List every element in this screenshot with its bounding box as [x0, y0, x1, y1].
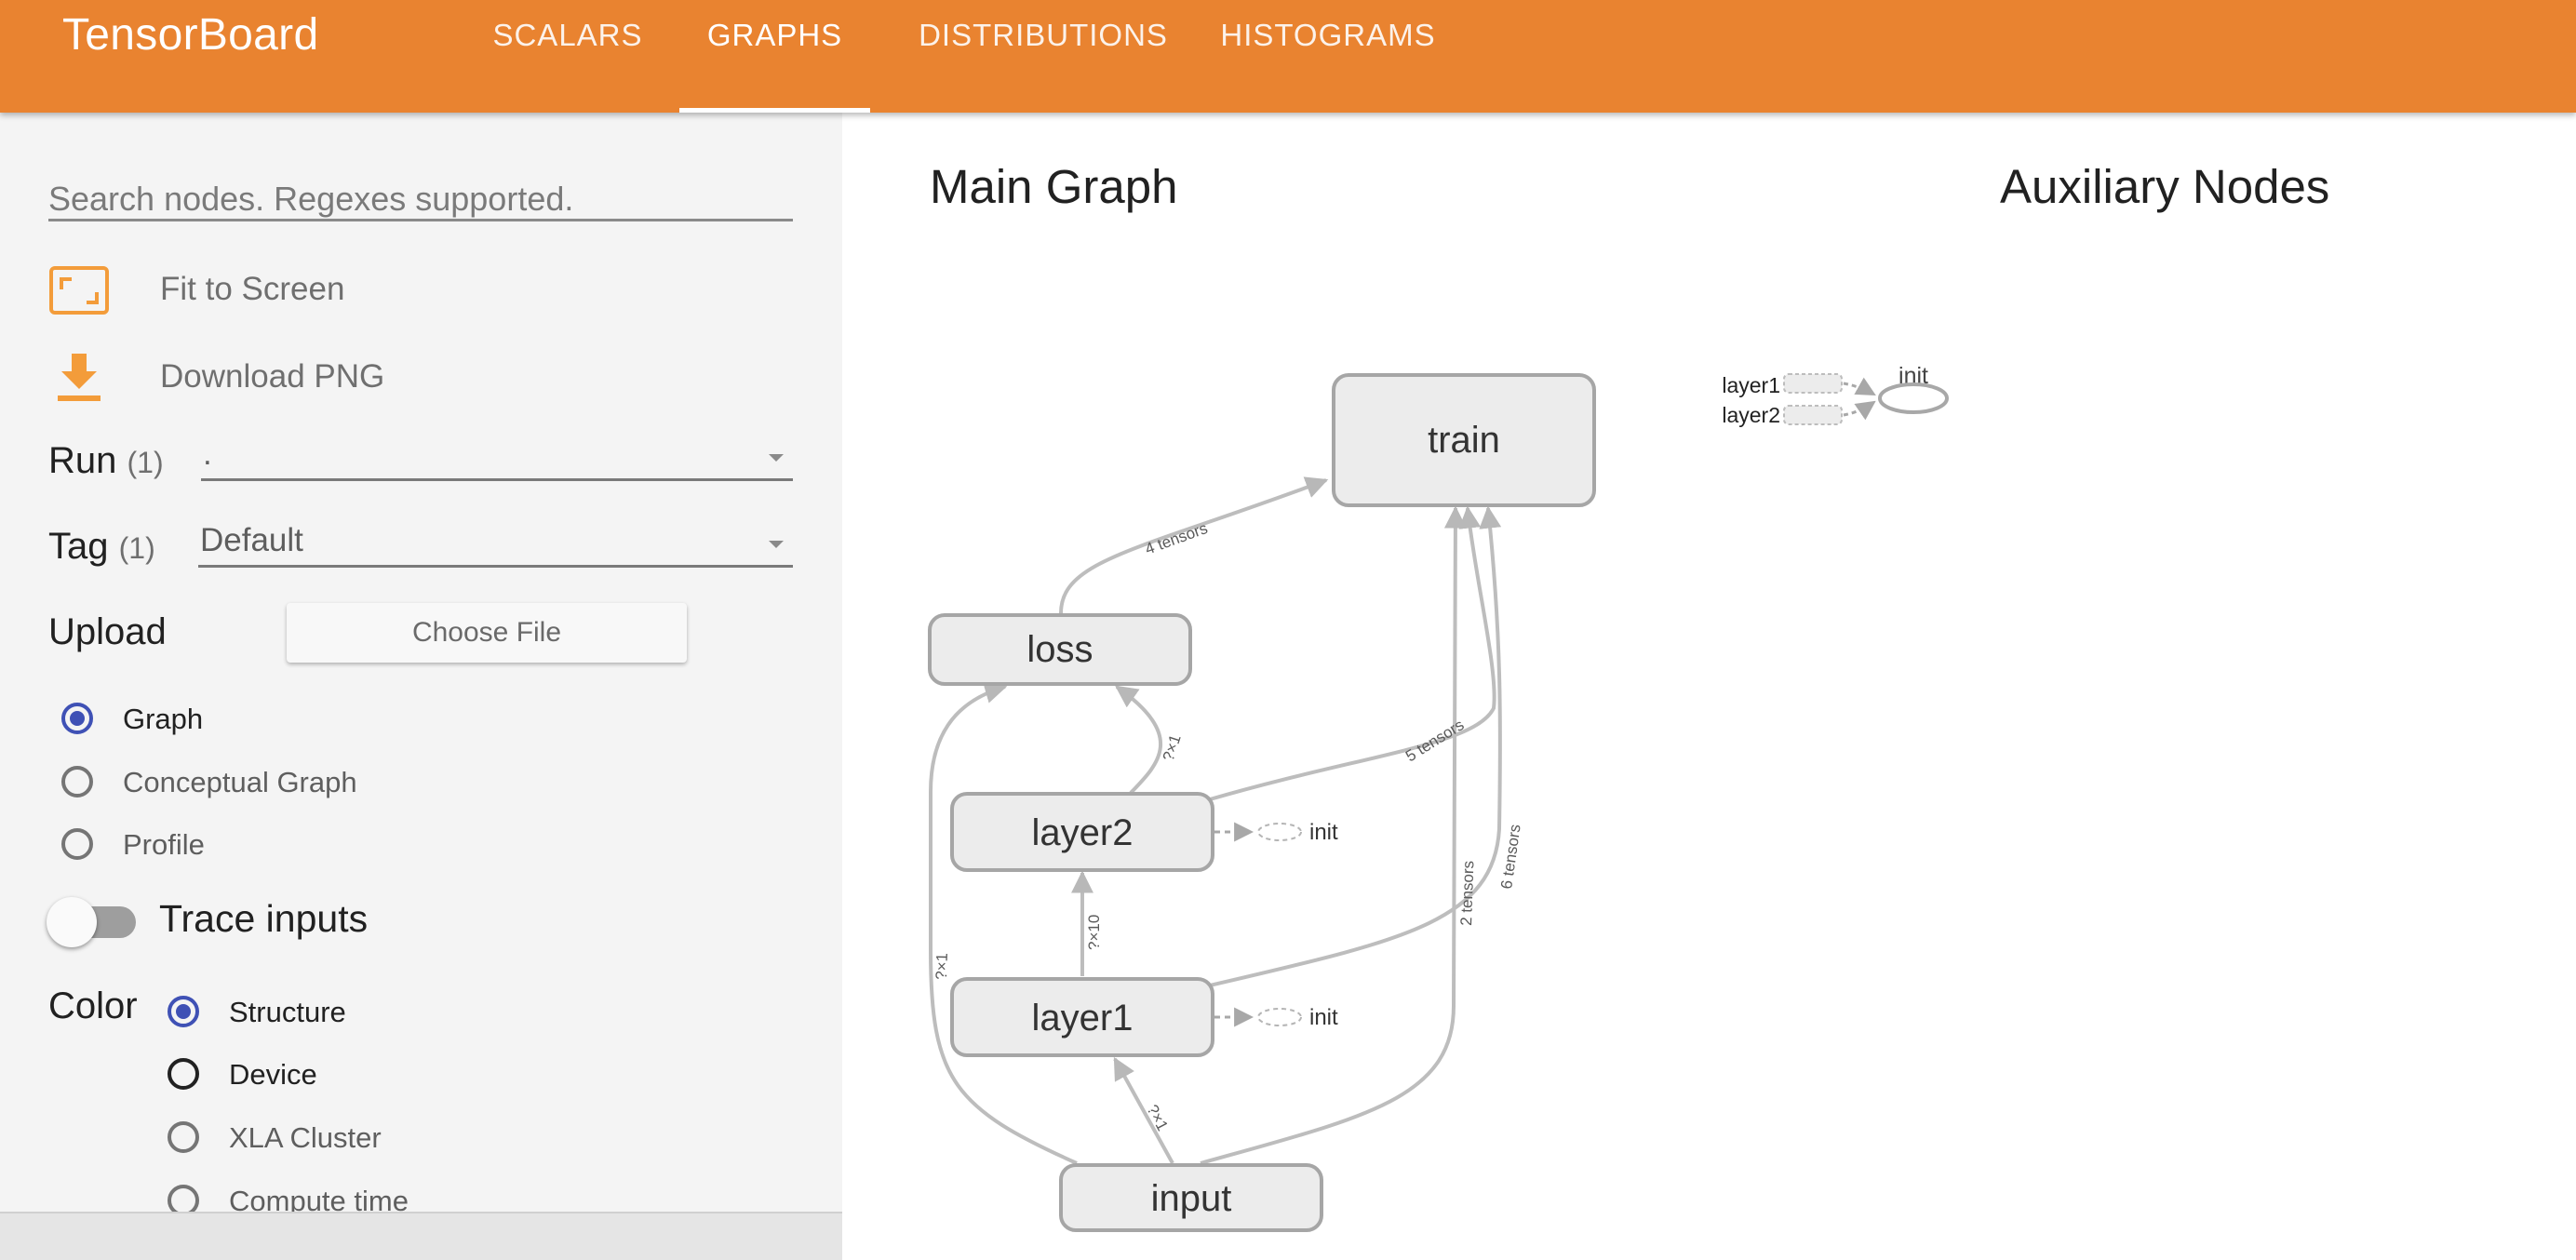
tag-value: Default [200, 522, 303, 558]
edge-label-layer2-train: 5 tensors [1402, 716, 1467, 765]
edge-label-layer2-loss: ?×1 [1160, 732, 1185, 763]
edge-layer2-loss [1115, 685, 1162, 795]
edge-label-input-train: 2 tensors [1457, 861, 1477, 927]
init-stub-layer2[interactable]: init [1214, 820, 1338, 845]
trace-inputs-label: Trace inputs [159, 897, 369, 940]
download-png-label: Download PNG [160, 358, 385, 395]
aux-input-layer1[interactable]: layer1 [1722, 373, 1876, 397]
node-label: layer2 [1032, 812, 1134, 853]
fit-to-screen-label: Fit to Screen [160, 271, 345, 307]
node-input[interactable]: input [1059, 1163, 1323, 1232]
radio-color-device[interactable]: Device [168, 1054, 447, 1101]
download-icon [58, 354, 101, 401]
radio-color-xla-cluster[interactable]: XLA Cluster [168, 1118, 447, 1164]
download-png-button[interactable]: Download PNG [48, 351, 421, 407]
edge-label-input-layer1: ?×1 [1143, 1102, 1171, 1133]
tab-label: DISTRIBUTIONS [919, 18, 1168, 52]
aux-init-node[interactable]: init [1878, 363, 1949, 414]
choose-file-button[interactable]: Choose File [287, 603, 687, 663]
radio-label: XLA Cluster [229, 1121, 382, 1154]
radio-circle [61, 766, 93, 798]
tab-label: GRAPHS [706, 18, 843, 52]
dropdown-caret-icon [769, 541, 784, 548]
tag-label: Tag (1) [48, 526, 155, 567]
radio-color-structure[interactable]: Structure [168, 992, 447, 1039]
trace-inputs-toggle[interactable] [47, 893, 140, 949]
top-app-bar: TensorBoard SCALARS GRAPHS DISTRIBUTIONS… [0, 0, 2576, 113]
edge-label-input-loss: ?×1 [932, 953, 951, 980]
color-label: Color [48, 985, 138, 1026]
radio-circle [168, 996, 199, 1027]
fit-to-screen-button[interactable]: Fit to Screen [48, 263, 421, 319]
run-count: (1) [127, 446, 164, 479]
app-title: TensorBoard [62, 10, 319, 60]
node-label: loss [1026, 629, 1093, 670]
active-tab-indicator [679, 108, 870, 113]
radio-profile[interactable]: Profile [61, 824, 341, 871]
radio-graph[interactable]: Graph [61, 699, 341, 745]
init-label: init [1309, 1005, 1338, 1030]
node-label: input [1151, 1178, 1232, 1219]
run-value: . [203, 436, 212, 472]
aux-input-label: layer1 [1722, 373, 1780, 397]
sidebar-footer [0, 1212, 842, 1260]
search-nodes-input[interactable] [48, 180, 793, 221]
radio-label: Structure [229, 996, 346, 1028]
node-layer2[interactable]: layer2 [950, 792, 1214, 872]
toggle-knob [47, 897, 97, 947]
radio-label: Conceptual Graph [123, 766, 357, 798]
edge-input-loss [929, 681, 1078, 1165]
node-layer1[interactable]: layer1 [950, 977, 1214, 1057]
radio-conceptual-graph[interactable]: Conceptual Graph [61, 762, 434, 809]
edge-label-layer1-layer2: ?×10 [1085, 915, 1103, 950]
graph-controls-sidebar: Fit to Screen Download PNG Run (1) . Tag… [0, 113, 842, 1260]
node-label: layer1 [1032, 998, 1134, 1039]
init-stub-layer1[interactable]: init [1214, 1005, 1338, 1030]
graph-canvas[interactable]: Main Graph Auxiliary Nodes 4 tensors ?×1… [842, 113, 2576, 1260]
tab-distributions[interactable]: DISTRIBUTIONS [899, 0, 1187, 113]
node-label: train [1428, 420, 1500, 461]
radio-label: Device [229, 1058, 317, 1091]
fit-screen-icon [49, 266, 109, 315]
radio-label: Profile [123, 828, 205, 861]
aux-input-label: layer2 [1722, 403, 1780, 427]
run-select[interactable]: . [201, 436, 793, 481]
init-label: init [1309, 820, 1338, 845]
tag-select[interactable]: Default [198, 522, 793, 568]
edge-layer2-train [1209, 505, 1496, 801]
node-train[interactable]: train [1332, 373, 1596, 507]
upload-label: Upload [48, 611, 167, 652]
radio-circle [61, 828, 93, 860]
radio-circle [61, 703, 93, 734]
radio-label: Graph [123, 703, 204, 735]
edge-loss-train [1059, 476, 1329, 614]
radio-circle [168, 1121, 199, 1153]
edge-label-loss-train: 4 tensors [1143, 519, 1210, 558]
run-label: Run (1) [48, 440, 164, 481]
node-loss[interactable]: loss [928, 613, 1192, 686]
dropdown-caret-icon [769, 454, 784, 462]
tab-graphs[interactable]: GRAPHS [679, 0, 870, 113]
tab-label: HISTOGRAMS [1220, 18, 1436, 52]
graph-svg: 4 tensors ?×1 5 tensors ?×10 6 tensors 2… [928, 363, 1949, 1232]
edge-label-layer1-train: 6 tensors [1497, 824, 1524, 891]
tag-count: (1) [118, 531, 155, 565]
tab-label: SCALARS [492, 18, 643, 52]
tab-scalars[interactable]: SCALARS [476, 0, 659, 113]
tab-histograms[interactable]: HISTOGRAMS [1212, 0, 1444, 113]
aux-input-layer2[interactable]: layer2 [1722, 400, 1876, 427]
radio-circle [168, 1058, 199, 1090]
